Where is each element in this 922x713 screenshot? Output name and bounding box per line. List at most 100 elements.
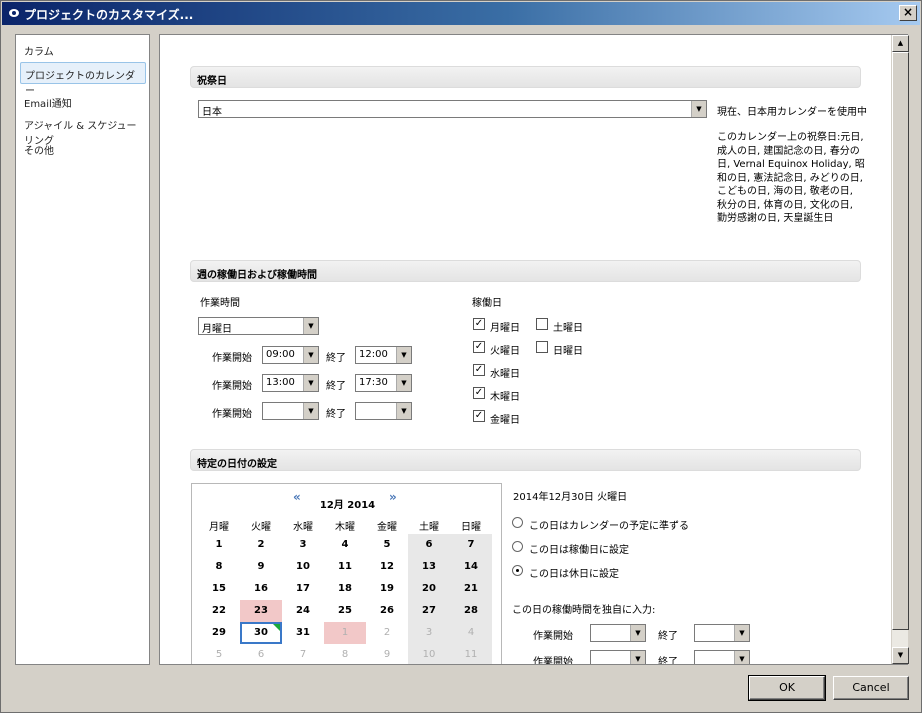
calendar-day[interactable]: 11 [324,556,366,578]
calendar-day[interactable]: 9 [366,644,408,664]
calendar-day[interactable]: 20 [408,578,450,600]
calendar-day[interactable]: 17 [282,578,324,600]
cancel-button[interactable]: Cancel [833,676,909,700]
calendar-day[interactable]: 9 [240,556,282,578]
calendar-day[interactable]: 28 [450,600,492,622]
calendar-day[interactable]: 14 [450,556,492,578]
calendar-day[interactable]: 15 [198,578,240,600]
start-label: 作業開始 [533,657,573,665]
calendar-day[interactable]: 21 [450,578,492,600]
sidebar-item-agile[interactable]: アジャイル & スケジューリング [20,113,146,147]
custom-start-select-1[interactable]: ▼ [590,624,646,642]
sidebar-item-email[interactable]: Email通知 [20,91,146,113]
chevron-down-icon: ▼ [630,651,645,664]
calendar-day[interactable]: 12 [366,556,408,578]
checkbox-tuesday[interactable]: ✓ [473,341,485,353]
chevron-down-icon: ▼ [303,318,318,334]
calendar-day[interactable]: 10 [282,556,324,578]
country-select[interactable]: 日本 ▼ [198,100,707,118]
chevron-down-icon: ▼ [303,375,318,391]
start-time-select[interactable]: 13:00 ▼ [262,374,319,392]
calendar-day[interactable]: 5 [198,644,240,664]
radio-set-holiday[interactable] [512,565,523,576]
checkbox-wednesday[interactable]: ✓ [473,364,485,376]
next-month-icon[interactable]: » [389,490,397,504]
end-time-select[interactable]: 17:30 ▼ [355,374,412,392]
weekday-header: 水曜 [293,522,313,533]
calendar-day[interactable]: 27 [408,600,450,622]
checkbox-sunday[interactable] [536,341,548,353]
weekday-header: 月曜 [209,522,229,533]
sunday-label: 日曜日 [553,346,583,357]
calendar-info-line: 現在、日本用カレンダーを使用中 [717,107,867,118]
start-time-value: 13:00 [266,377,295,388]
radio-set-workday[interactable] [512,541,523,552]
thursday-label: 木曜日 [490,392,520,403]
vertical-scrollbar[interactable]: ▲ ▼ [891,35,909,664]
calendar-day[interactable]: 8 [198,556,240,578]
sidebar-item-columns[interactable]: カラム [20,39,146,61]
holiday-list: このカレンダー上の祝祭日:元日, 成人の日, 建国記念の日, 春分の日, Ver… [717,132,865,224]
weekday-select[interactable]: 月曜日 ▼ [198,317,319,335]
checkbox-thursday[interactable]: ✓ [473,387,485,399]
calendar-day[interactable]: 6 [408,534,450,556]
calendar-day[interactable]: 19 [366,578,408,600]
calendar-day[interactable]: 2 [366,622,408,644]
calendar-day[interactable]: 7 [282,644,324,664]
scroll-up-icon[interactable]: ▲ [892,35,909,52]
work-hours-label: 作業時間 [200,298,240,309]
chevron-down-icon: ▼ [303,347,318,363]
calendar-day[interactable]: 6 [240,644,282,664]
calendar-day[interactable]: 2 [240,534,282,556]
country-select-value: 日本 [202,107,222,118]
close-button[interactable]: × [899,5,917,21]
checkbox-saturday[interactable] [536,318,548,330]
custom-end-select-2[interactable]: ▼ [694,650,750,664]
end-time-select[interactable]: 12:00 ▼ [355,346,412,364]
scroll-down-icon[interactable]: ▼ [892,647,909,664]
chevron-down-icon: ▼ [734,625,749,641]
custom-end-select-1[interactable]: ▼ [694,624,750,642]
calendar-day[interactable]: 5 [366,534,408,556]
ok-button[interactable]: OK [748,675,826,701]
calendar-day[interactable]: 1 [324,622,366,644]
sidebar-item-other[interactable]: その他 [20,138,146,160]
calendar-day[interactable]: 8 [324,644,366,664]
saturday-label: 土曜日 [553,323,583,334]
calendar-day[interactable]: 26 [366,600,408,622]
calendar-day[interactable]: 29 [198,622,240,644]
checkbox-monday[interactable]: ✓ [473,318,485,330]
radio-follow-calendar[interactable] [512,517,523,528]
calendar-day[interactable]: 3 [408,622,450,644]
calendar-day[interactable]: 4 [450,622,492,644]
calendar-day[interactable]: 1 [198,534,240,556]
calendar-day[interactable]: 3 [282,534,324,556]
custom-start-select-2[interactable]: ▼ [590,650,646,664]
calendar-day-selected[interactable]: 30 [240,622,282,644]
friday-label: 金曜日 [490,415,520,426]
chevron-down-icon: ▼ [303,403,318,419]
calendar-day[interactable]: 16 [240,578,282,600]
sidebar: カラム プロジェクトのカレンダー Email通知 アジャイル & スケジューリン… [15,34,150,665]
scroll-thumb[interactable] [892,52,909,630]
calendar-day[interactable]: 22 [198,600,240,622]
note-marker-icon [273,624,280,631]
calendar-day[interactable]: 18 [324,578,366,600]
calendar-day[interactable]: 4 [324,534,366,556]
end-time-value: 17:30 [359,377,388,388]
calendar-day[interactable]: 25 [324,600,366,622]
section-header-workweek: 週の稼働日および稼働時間 [190,260,861,282]
calendar-day[interactable]: 11 [450,644,492,664]
start-time-select[interactable]: 09:00 ▼ [262,346,319,364]
calendar-day[interactable]: 7 [450,534,492,556]
monday-label: 月曜日 [490,323,520,334]
calendar-day[interactable]: 31 [282,622,324,644]
calendar-day[interactable]: 24 [282,600,324,622]
sidebar-item-project-calendar[interactable]: プロジェクトのカレンダー [20,62,146,97]
end-time-select[interactable]: ▼ [355,402,412,420]
calendar-day[interactable]: 23 [240,600,282,622]
calendar-day[interactable]: 10 [408,644,450,664]
checkbox-friday[interactable]: ✓ [473,410,485,422]
calendar-day[interactable]: 13 [408,556,450,578]
start-time-select[interactable]: ▼ [262,402,319,420]
